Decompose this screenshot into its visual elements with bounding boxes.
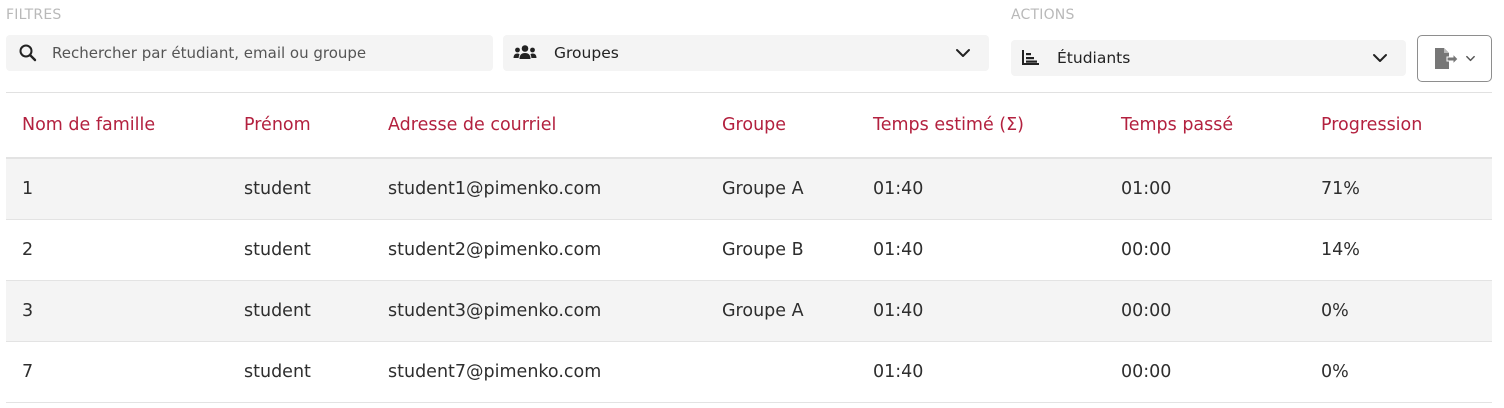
cell-first-name: student	[228, 341, 372, 403]
filters-label: FILTRES	[6, 7, 62, 23]
column-header-progression[interactable]: Progression	[1305, 93, 1492, 159]
column-header-email[interactable]: Adresse de courriel	[372, 93, 706, 159]
cell-estimated-time: 01:40	[857, 158, 1105, 220]
cell-last-name: 1	[6, 158, 228, 220]
cell-estimated-time: 01:40	[857, 219, 1105, 281]
export-file-icon	[1435, 47, 1459, 69]
cell-first-name: student	[228, 219, 372, 281]
column-header-group[interactable]: Groupe	[706, 93, 857, 159]
export-button[interactable]	[1417, 35, 1492, 82]
cell-group	[706, 341, 857, 403]
table-row[interactable]: 1 student student1@pimenko.com Groupe A …	[6, 158, 1492, 220]
chart-bar-icon	[1019, 48, 1043, 68]
chevron-down-icon	[1466, 55, 1475, 62]
cell-group: Groupe B	[706, 219, 857, 281]
view-select-value: Étudiants	[1057, 49, 1131, 67]
column-header-time-spent[interactable]: Temps passé	[1105, 93, 1305, 159]
users-icon	[513, 43, 537, 63]
students-table: Nom de famille Prénom Adresse de courrie…	[6, 93, 1492, 403]
cell-time-spent: 00:00	[1105, 341, 1305, 403]
cell-progression: 0%	[1305, 280, 1492, 342]
table-row[interactable]: 7 student student7@pimenko.com 01:40 00:…	[6, 341, 1492, 403]
cell-group: Groupe A	[706, 280, 857, 342]
column-header-first-name[interactable]: Prénom	[228, 93, 372, 159]
cell-last-name: 7	[6, 341, 228, 403]
chevron-down-icon	[956, 49, 970, 57]
cell-email: student1@pimenko.com	[372, 158, 706, 220]
search-icon	[19, 44, 37, 62]
cell-last-name: 2	[6, 219, 228, 281]
search-input[interactable]	[52, 35, 493, 71]
cell-email: student3@pimenko.com	[372, 280, 706, 342]
cell-last-name: 3	[6, 280, 228, 342]
table-row[interactable]: 2 student student2@pimenko.com Groupe B …	[6, 219, 1492, 281]
column-header-estimated-time[interactable]: Temps estimé (Σ)	[857, 93, 1105, 159]
cell-first-name: student	[228, 158, 372, 220]
cell-email: student2@pimenko.com	[372, 219, 706, 281]
cell-estimated-time: 01:40	[857, 341, 1105, 403]
cell-first-name: student	[228, 280, 372, 342]
cell-time-spent: 01:00	[1105, 158, 1305, 220]
cell-progression: 0%	[1305, 341, 1492, 403]
cell-time-spent: 00:00	[1105, 280, 1305, 342]
group-select[interactable]: Groupes	[503, 35, 989, 71]
table-row[interactable]: 3 student student3@pimenko.com Groupe A …	[6, 280, 1492, 342]
cell-estimated-time: 01:40	[857, 280, 1105, 342]
report-panel: FILTRES ACTIONS Groupes	[0, 0, 1504, 408]
table-header-row: Nom de famille Prénom Adresse de courrie…	[6, 93, 1492, 159]
cell-group: Groupe A	[706, 158, 857, 220]
group-select-value: Groupes	[554, 44, 619, 62]
column-header-last-name[interactable]: Nom de famille	[6, 93, 228, 159]
view-select[interactable]: Étudiants	[1011, 40, 1406, 76]
actions-label: ACTIONS	[1011, 7, 1075, 23]
cell-progression: 71%	[1305, 158, 1492, 220]
search-box[interactable]	[6, 35, 493, 71]
cell-time-spent: 00:00	[1105, 219, 1305, 281]
chevron-down-icon	[1373, 54, 1387, 62]
cell-progression: 14%	[1305, 219, 1492, 281]
cell-email: student7@pimenko.com	[372, 341, 706, 403]
